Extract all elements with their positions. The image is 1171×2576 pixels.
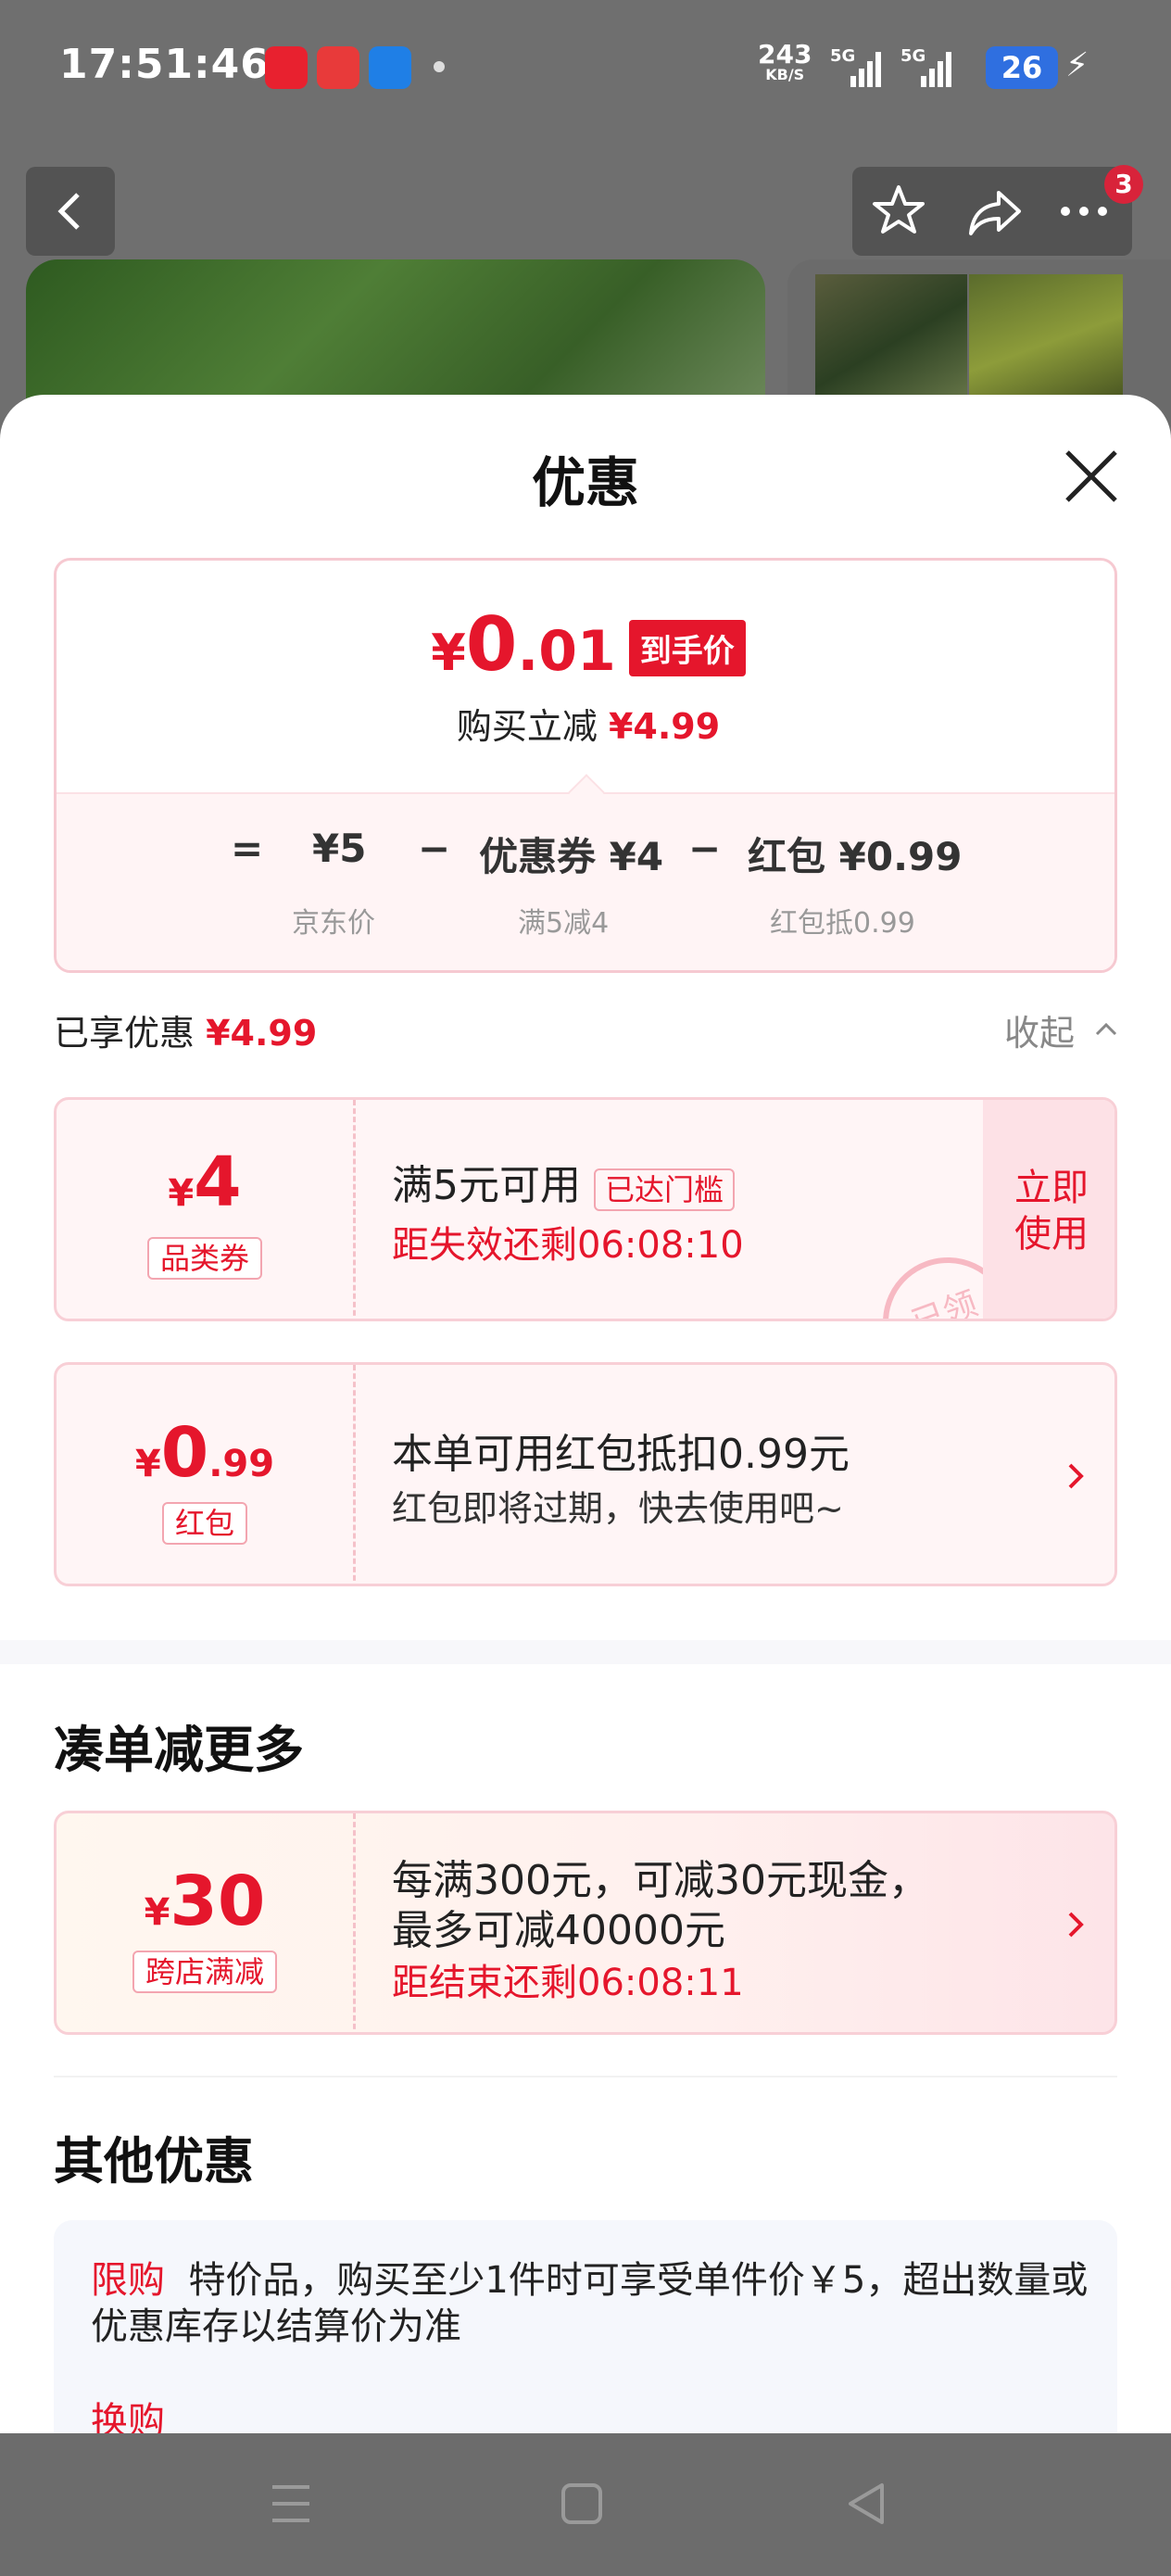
- final-price: ¥0.01 到手价: [57, 601, 1114, 688]
- threshold-tag: 已达门槛: [594, 1168, 736, 1211]
- charging-icon: ⚡: [1065, 46, 1089, 84]
- system-nav-bar: [0, 2433, 1171, 2576]
- discount-sheet: 优惠 ¥0.01 到手价 购买立减 ¥4.99 = ¥5 − 优惠券 ¥4 − 红…: [0, 395, 1171, 2433]
- home-icon[interactable]: [560, 2480, 604, 2528]
- price-formula: = ¥5 − 优惠券 ¥4 − 红包 ¥0.99 京东价 满5减4 红包抵0.9…: [57, 792, 1114, 970]
- net-speed: 243 KB/S: [758, 39, 812, 83]
- signal-icon: 5G: [900, 46, 951, 87]
- coupon-type-tag: 品类券: [146, 1237, 262, 1280]
- limit-tag: 限购: [91, 2259, 165, 2302]
- full-reduction-rule-line2: 最多可减40000元: [392, 1907, 725, 1954]
- app-notification-icon: [369, 46, 411, 89]
- use-now-button[interactable]: 立即 使用: [983, 1100, 1114, 1319]
- final-price-tag: 到手价: [628, 620, 746, 676]
- formula-red-packet: 红包 ¥0.99: [748, 834, 963, 879]
- formula-equals: =: [231, 826, 264, 871]
- swap-tag: 换购: [91, 2400, 165, 2433]
- coupon-countdown: 距失效还剩06:08:10: [392, 1224, 744, 1267]
- chevron-left-icon: [57, 193, 80, 230]
- close-icon[interactable]: [1062, 447, 1121, 506]
- chevron-up-icon[interactable]: [1093, 1016, 1119, 1042]
- coupon-condition: 满5元可用 已达门槛: [392, 1152, 736, 1211]
- back-nav-icon[interactable]: [845, 2480, 889, 2528]
- price-breakdown-card: ¥0.01 到手价 购买立减 ¥4.99 = ¥5 − 优惠券 ¥4 − 红包 ¥…: [54, 558, 1117, 973]
- product-thumbnail[interactable]: [815, 274, 967, 413]
- formula-coupon-label: 满5减4: [518, 907, 610, 940]
- formula-coupon: 优惠券 ¥4: [479, 834, 664, 879]
- formula-minus: −: [418, 826, 451, 871]
- product-thumbnail[interactable]: [969, 274, 1123, 413]
- app-notification-icon: [317, 46, 359, 89]
- formula-red-packet-label: 红包抵0.99: [770, 907, 915, 940]
- section-separator: [0, 1640, 1171, 1664]
- other-discounts-card: 限购 特价品，购买至少1件时可享受单件价￥5，超出数量或优惠库存以结算价为准 换…: [54, 2220, 1117, 2433]
- other-discounts-title: 其他优惠: [54, 2132, 254, 2191]
- star-icon[interactable]: [865, 178, 932, 245]
- header-actions: [852, 167, 1132, 256]
- cross-store-discount-card[interactable]: ¥30 跨店满减 每满300元，可减30元现金， 最多可减40000元 距结束还…: [54, 1811, 1117, 2035]
- formula-base-price: ¥5: [312, 826, 367, 871]
- purchase-limit-note: 限购 特价品，购买至少1件时可享受单件价￥5，超出数量或优惠库存以结算价为准: [91, 2259, 1089, 2348]
- share-icon[interactable]: [962, 178, 1028, 245]
- collapse-button[interactable]: 收起: [1004, 1004, 1075, 1055]
- more-discounts-title: 凑单减更多: [54, 1721, 304, 1779]
- more-notifications-dot: [434, 61, 445, 72]
- menu-icon[interactable]: [269, 2480, 313, 2528]
- app-notification-icon: [265, 46, 308, 89]
- red-packet-card[interactable]: ¥0.99 红包 本单可用红包抵扣0.99元 红包即将过期，快去使用吧~: [54, 1362, 1117, 1586]
- coupon-value: ¥4: [168, 1143, 242, 1222]
- svg-text:5G: 5G: [900, 46, 925, 66]
- signal-icon: 5G: [830, 46, 881, 87]
- formula-minus: −: [688, 826, 722, 871]
- cart-badge: 3: [1104, 165, 1143, 204]
- status-bar: 17:51:46 243 KB/S 5G 5G 26 ⚡: [0, 0, 1171, 139]
- battery-indicator: 26: [986, 46, 1058, 89]
- use-now-label: 立即: [1014, 1167, 1089, 1209]
- red-packet-value: ¥0.99: [134, 1413, 275, 1493]
- instant-reduction: 购买立减 ¥4.99: [456, 706, 721, 747]
- red-packet-title: 本单可用红包抵扣0.99元: [392, 1431, 850, 1478]
- full-reduction-tag: 跨店满减: [132, 1951, 277, 1993]
- use-now-label: 使用: [1014, 1213, 1089, 1256]
- red-packet-subtitle: 红包即将过期，快去使用吧~: [392, 1488, 844, 1529]
- category-coupon: ¥4 品类券 满5元可用 已达门槛 距失效还剩06:08:10 已领 立即 使用: [54, 1097, 1117, 1321]
- coupon-divider: [353, 1365, 356, 1584]
- enjoyed-discount: 已享优惠 ¥4.99: [54, 1013, 318, 1054]
- back-button[interactable]: [26, 167, 115, 256]
- full-reduction-value: ¥30: [144, 1862, 266, 1941]
- chevron-right-icon: [1068, 1912, 1084, 1938]
- svg-text:5G: 5G: [830, 46, 855, 66]
- formula-base-label: 京东价: [292, 907, 375, 940]
- coupon-divider: [353, 1100, 356, 1319]
- coupon-divider: [353, 1813, 356, 2032]
- sheet-title: 优惠: [531, 451, 639, 514]
- status-time: 17:51:46: [59, 41, 270, 88]
- chevron-right-icon: [1068, 1463, 1084, 1489]
- full-reduction-countdown: 距结束还剩06:08:11: [392, 1962, 744, 2004]
- red-packet-tag: 红包: [161, 1502, 247, 1545]
- divider: [54, 2076, 1117, 2077]
